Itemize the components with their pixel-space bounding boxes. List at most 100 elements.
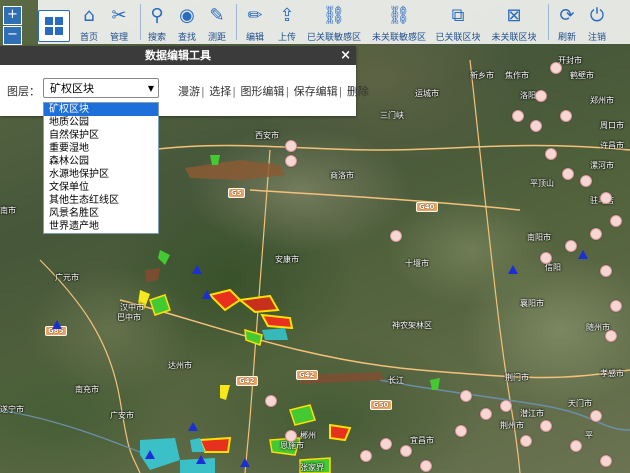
poi-marker[interactable]	[545, 148, 557, 160]
top-toolbar: ⌂ 首页 ✂ 管理 ⚲ 搜索 ◉ 查找 ✎ 测距 ✏ 编辑 ⇪ 上传 ⛓ 已关联…	[38, 0, 630, 44]
zone-teal	[262, 328, 288, 340]
unlinked-sensitive-button[interactable]: ⛓ 未关联敏感区	[371, 0, 427, 44]
poi-marker[interactable]	[550, 62, 562, 74]
poi-marker[interactable]	[560, 110, 572, 122]
poi-marker[interactable]	[565, 240, 577, 252]
edit-button[interactable]: ✏ 编辑	[242, 0, 268, 44]
city-label: 运城市	[415, 89, 439, 98]
poi-marker[interactable]	[535, 90, 547, 102]
highway	[249, 189, 521, 211]
poi-marker[interactable]	[480, 408, 492, 420]
close-icon[interactable]: ×	[340, 46, 351, 65]
zone-red	[329, 423, 352, 442]
poi-marker[interactable]	[570, 440, 582, 452]
layer-option[interactable]: 水源地保护区	[44, 168, 158, 181]
poi-marker[interactable]	[460, 390, 472, 402]
triangle-marker[interactable]	[192, 265, 202, 274]
layer-option[interactable]: 自然保护区	[44, 129, 158, 142]
poi-marker[interactable]	[390, 230, 402, 242]
poi-marker[interactable]	[500, 400, 512, 412]
panel-header: 数据编辑工具 ×	[0, 46, 356, 65]
save-edit-action[interactable]: 保存编辑	[294, 85, 338, 98]
layer-option[interactable]: 世界遗产地	[44, 220, 158, 233]
city-label: 广元市	[55, 273, 79, 282]
triangle-marker[interactable]	[145, 450, 155, 459]
linked-block-button[interactable]: ⧉ 已关联区块	[434, 0, 482, 44]
poi-marker[interactable]	[265, 395, 277, 407]
triangle-marker[interactable]	[196, 455, 206, 464]
poi-marker[interactable]	[285, 430, 297, 442]
zoom-out-button[interactable]: −	[3, 26, 22, 45]
poi-marker[interactable]	[600, 192, 612, 204]
unlinked-block-button[interactable]: ⊠ 未关联区块	[488, 0, 540, 44]
poi-marker[interactable]	[540, 420, 552, 432]
triangle-marker[interactable]	[508, 265, 518, 274]
pan-action[interactable]: 漫游	[178, 85, 200, 98]
triangle-marker[interactable]	[188, 422, 198, 431]
linked-sensitive-button[interactable]: ⛓ 已关联敏感区	[306, 0, 362, 44]
poi-marker[interactable]	[590, 228, 602, 240]
home-icon: ⌂	[83, 5, 95, 26]
city-label: 鹤壁市	[570, 71, 594, 80]
triangle-marker[interactable]	[578, 250, 588, 259]
layer-option[interactable]: 森林公园	[44, 155, 158, 168]
city-label: 商洛市	[330, 171, 354, 180]
grid-icon	[45, 17, 63, 35]
layer-option[interactable]: 重要湿地	[44, 142, 158, 155]
poi-marker[interactable]	[605, 330, 617, 342]
highway	[39, 259, 141, 473]
poi-marker[interactable]	[590, 410, 602, 422]
layer-option[interactable]: 矿权区块	[44, 103, 158, 116]
poi-marker[interactable]	[285, 155, 297, 167]
poi-marker[interactable]	[530, 120, 542, 132]
logout-button[interactable]: ⏻ 注销	[584, 0, 610, 44]
poi-marker[interactable]	[540, 252, 552, 264]
triangle-marker[interactable]	[52, 320, 62, 329]
poi-marker[interactable]	[360, 450, 372, 462]
find-button[interactable]: ◉ 查找	[174, 0, 200, 44]
city-label: 西安市	[255, 131, 279, 140]
city-label: 平顶山	[530, 179, 554, 188]
poi-marker[interactable]	[512, 110, 524, 122]
edit-icon: ✏	[247, 5, 263, 26]
poi-marker[interactable]	[455, 425, 467, 437]
city-label: 达州市	[168, 361, 192, 370]
manage-button[interactable]: ✂ 管理	[106, 0, 132, 44]
poi-marker[interactable]	[610, 215, 622, 227]
layer-option[interactable]: 文保单位	[44, 181, 158, 194]
shape-edit-action[interactable]: 图形编辑	[240, 85, 284, 98]
zone-brown	[185, 160, 285, 180]
measure-button[interactable]: ✎ 测距	[204, 0, 230, 44]
triangle-marker[interactable]	[240, 458, 250, 467]
poi-marker[interactable]	[580, 175, 592, 187]
refresh-button[interactable]: ⟳ 刷新	[554, 0, 580, 44]
layer-option[interactable]: 其他生态红线区	[44, 194, 158, 207]
layer-select[interactable]: 矿权区块 ▼	[43, 78, 159, 98]
city-label: 漯河市	[590, 161, 614, 170]
zone-red	[237, 294, 280, 314]
panel-title: 数据编辑工具	[145, 49, 211, 62]
basemap-switch-button[interactable]	[38, 10, 70, 42]
delete-action[interactable]: 删除	[347, 85, 369, 98]
zoom-in-button[interactable]: +	[3, 6, 22, 25]
poi-marker[interactable]	[400, 445, 412, 457]
layer-option[interactable]: 地质公园	[44, 116, 158, 129]
upload-button[interactable]: ⇪ 上传	[274, 0, 300, 44]
poi-marker[interactable]	[562, 168, 574, 180]
highway	[119, 299, 630, 379]
triangle-marker[interactable]	[202, 290, 212, 299]
poi-marker[interactable]	[600, 265, 612, 277]
poi-marker[interactable]	[520, 435, 532, 447]
select-action[interactable]: 选择	[209, 85, 231, 98]
search-button[interactable]: ⚲ 搜索	[144, 0, 170, 44]
city-label: 新乡市	[470, 71, 494, 80]
poi-marker[interactable]	[420, 460, 432, 472]
poi-marker[interactable]	[600, 455, 612, 467]
city-label: 开封市	[558, 56, 582, 65]
poi-marker[interactable]	[285, 140, 297, 152]
layer-option[interactable]: 风景名胜区	[44, 207, 158, 220]
home-button[interactable]: ⌂ 首页	[76, 0, 102, 44]
poi-marker[interactable]	[380, 438, 392, 450]
layer-select-value: 矿权区块	[50, 82, 94, 95]
poi-marker[interactable]	[610, 300, 622, 312]
